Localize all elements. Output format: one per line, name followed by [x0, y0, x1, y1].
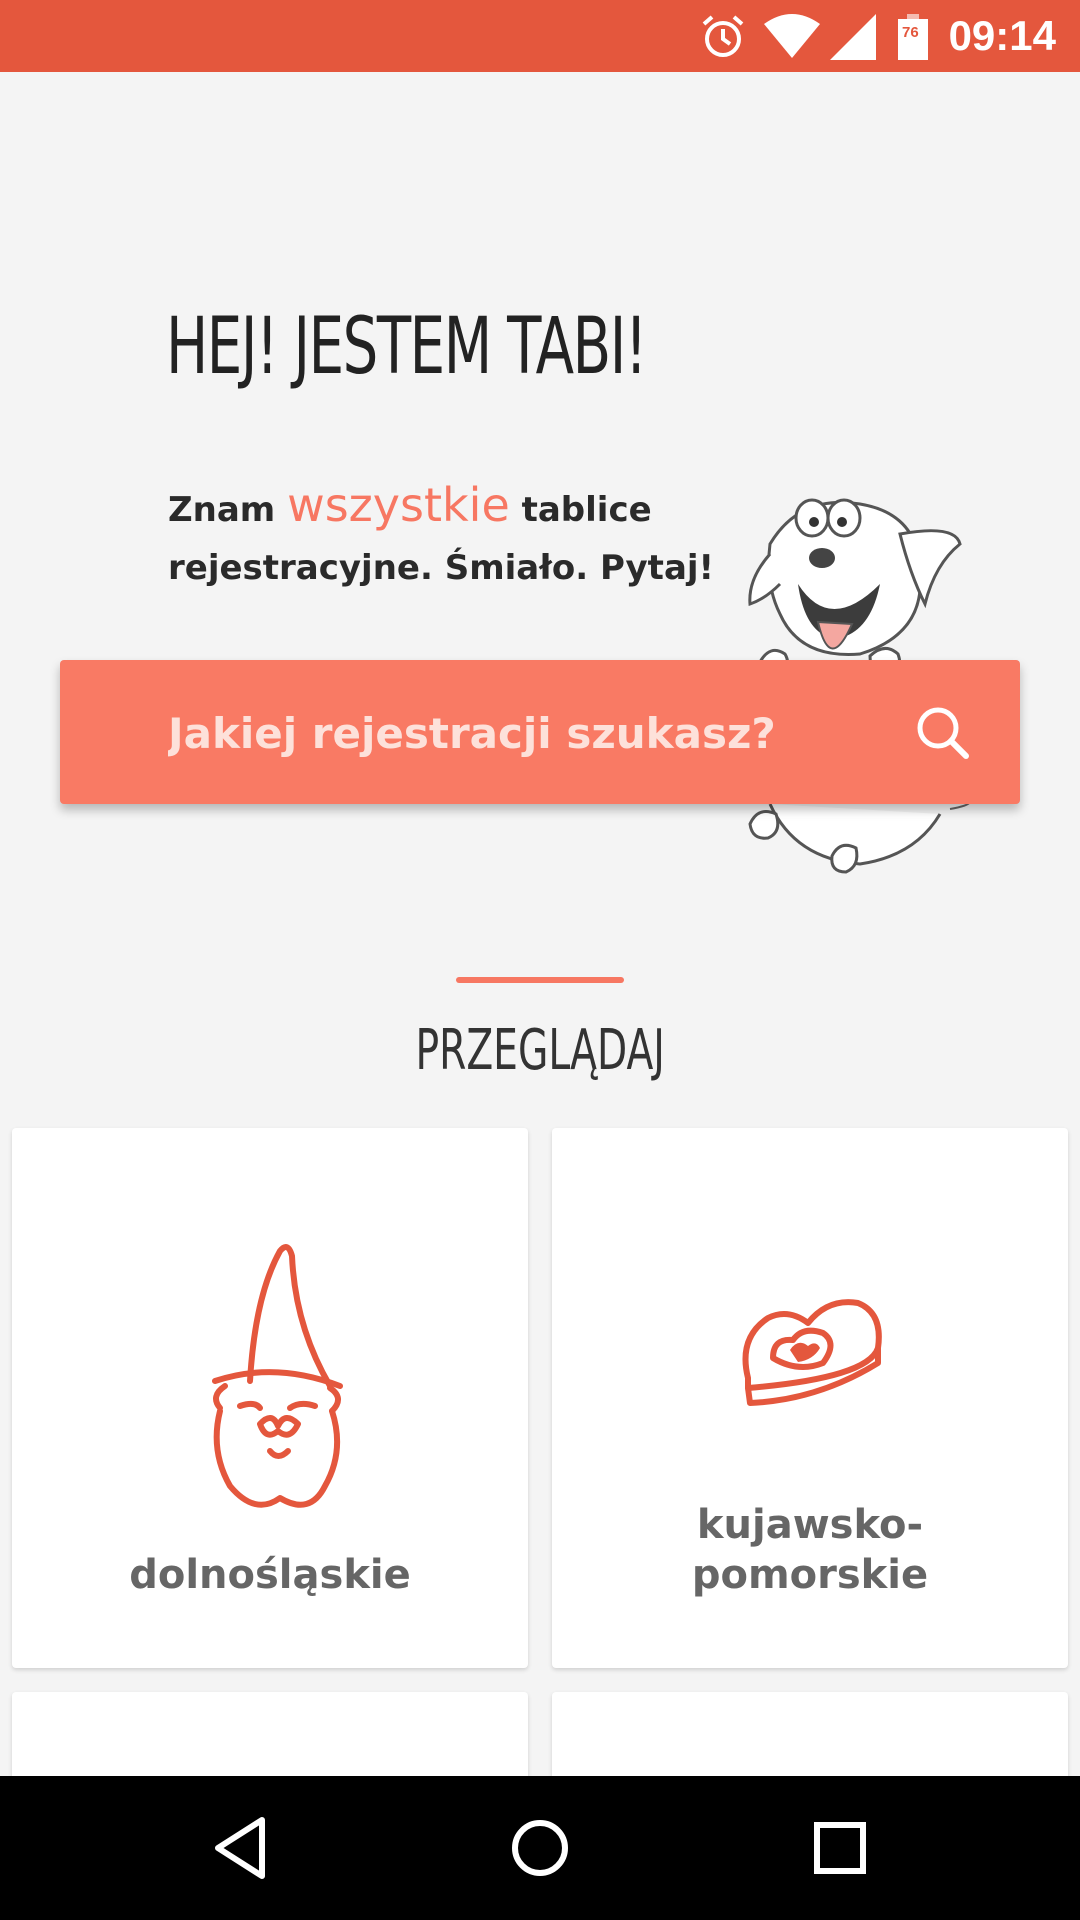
- back-icon[interactable]: [200, 1808, 280, 1888]
- heart-gingerbread-icon: [742, 1299, 882, 1406]
- intro-text: Znam wszystkie tablice rejestracyjne. Śm…: [168, 476, 715, 597]
- status-bar: 76 09:14: [0, 0, 1080, 72]
- search-input[interactable]: [166, 692, 870, 774]
- home-icon[interactable]: [500, 1808, 580, 1888]
- recents-icon[interactable]: [800, 1808, 880, 1888]
- intro-suffix: tablice: [509, 490, 652, 530]
- intro-prefix: Znam: [168, 490, 288, 530]
- gnome-icon: [212, 1244, 343, 1508]
- intro-line2: rejestracyjne. Śmiało. Pytaj!: [168, 548, 715, 588]
- search-icon[interactable]: [906, 696, 978, 768]
- region-card-dolnoslaskie[interactable]: dolnośląskie: [12, 1128, 528, 1668]
- section-divider: [456, 977, 624, 983]
- clock: 09:14: [948, 12, 1056, 59]
- browse-title: PRZEGLĄDAJ: [415, 1018, 665, 1083]
- intro-accent: wszystkie: [287, 478, 510, 532]
- cell-signal-icon: [830, 14, 876, 60]
- card-label: kujawsko- pomorskie: [691, 1502, 929, 1598]
- page-title: HEJ! JESTEM TABI!: [166, 302, 647, 392]
- battery-level: 76: [902, 24, 919, 41]
- region-card-kujawsko-pomorskie[interactable]: kujawsko- pomorskie: [552, 1128, 1068, 1668]
- navigation-bar: [0, 1776, 1080, 1920]
- search-bar[interactable]: [60, 660, 1020, 804]
- wifi-icon: [764, 14, 820, 58]
- alarm-icon: [702, 15, 744, 57]
- card-label: dolnośląskie: [129, 1552, 411, 1598]
